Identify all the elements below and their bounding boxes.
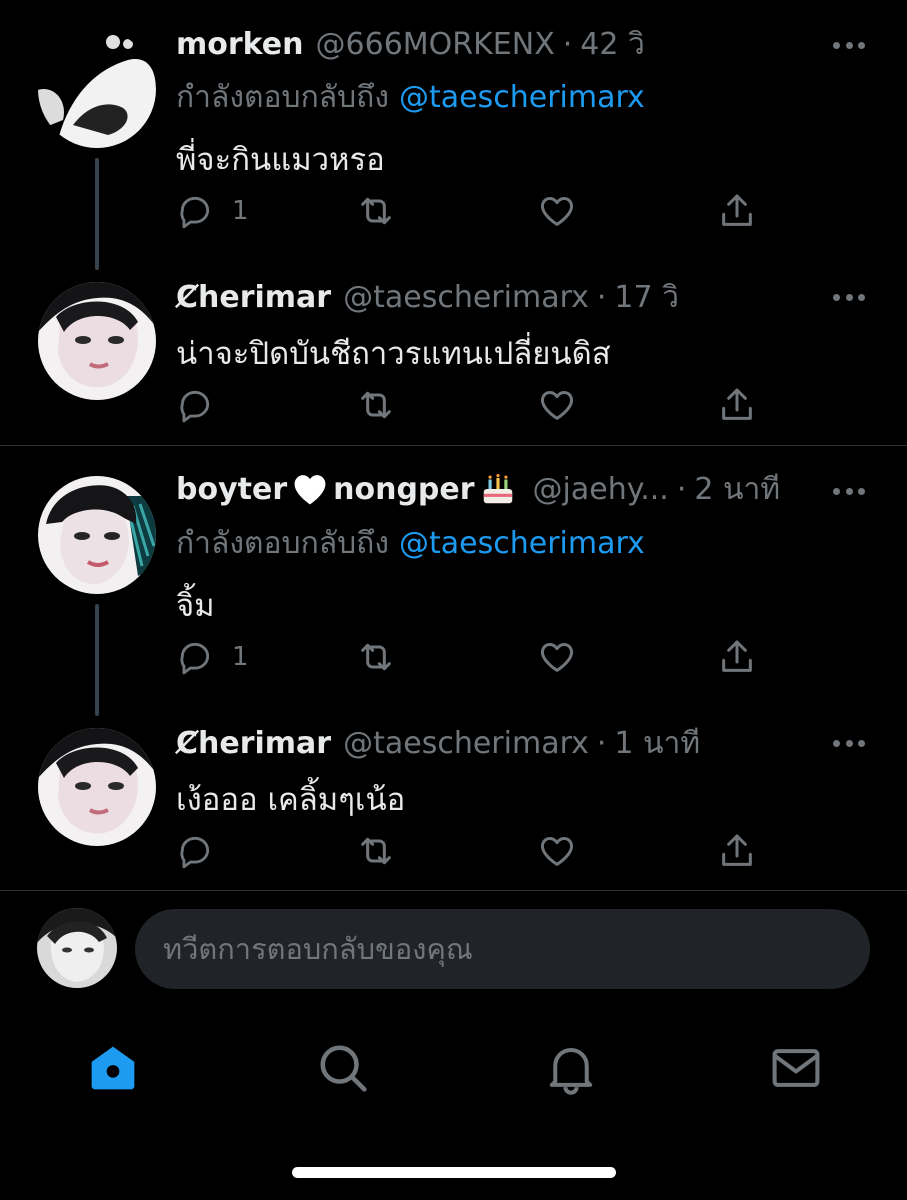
bell-icon: [549, 1048, 593, 1095]
tweet-header: Ȼherimar @taescherimarx · 1 นาที: [176, 721, 797, 765]
like-button[interactable]: [537, 189, 577, 233]
heart-icon: [540, 837, 574, 866]
separator-dot: ·: [596, 279, 607, 315]
display-name-part[interactable]: boyter: [176, 472, 287, 507]
more-options-icon[interactable]: [833, 292, 865, 302]
like-button[interactable]: [537, 383, 577, 427]
white-heart-icon: [291, 472, 329, 506]
tweet-header: Ȼherimar @taescherimarx · 17 วิ: [176, 275, 797, 319]
divider: [0, 890, 907, 891]
user-handle[interactable]: @taescherimarx: [343, 280, 589, 315]
share-icon: [722, 194, 752, 226]
nav-notifications[interactable]: [543, 1040, 599, 1096]
thread-line: [95, 604, 99, 716]
tweet-actions: [176, 383, 776, 427]
heart-icon: [540, 643, 574, 672]
tweet-header: morken @666MORKENX · 42 วิ: [176, 22, 797, 66]
current-user-avatar[interactable]: [37, 908, 117, 988]
search-icon: [320, 1045, 367, 1092]
home-indicator[interactable]: [292, 1167, 616, 1178]
retweet-icon: [361, 391, 391, 419]
retweet-button[interactable]: [356, 189, 396, 233]
avatar[interactable]: [38, 728, 156, 846]
separator-dot: ·: [562, 26, 573, 62]
tweet-actions: [176, 829, 776, 873]
timestamp[interactable]: 17 วิ: [614, 274, 679, 321]
timestamp[interactable]: 42 วิ: [580, 21, 645, 68]
share-button[interactable]: [717, 829, 757, 873]
retweet-icon: [361, 643, 391, 671]
tweet-actions: 1: [176, 635, 776, 679]
replying-to: กำลังตอบกลับถึง @taescherimarx: [176, 74, 645, 121]
tweet-text: พี่จะกินแมวหรอ: [176, 142, 385, 178]
tweet[interactable]: Ȼherimar @taescherimarx · 1 นาที เง้อออ …: [0, 718, 907, 890]
heart-icon: [540, 197, 574, 226]
replying-to-label: กำลังตอบกลับถึง: [176, 526, 389, 561]
tweet[interactable]: Ȼherimar @taescherimarx · 17 วิ น่าจะปิด…: [0, 272, 907, 444]
like-button[interactable]: [537, 635, 577, 679]
heart-icon: [540, 391, 574, 420]
tweet-text: น่าจะปิดบันชีถาวรแทนเปลี่ยนดิส: [176, 336, 611, 372]
share-icon: [722, 640, 752, 672]
tweet-actions: 1: [176, 189, 776, 233]
retweet-button[interactable]: [356, 635, 396, 679]
birthday-cake-icon: [479, 470, 517, 508]
retweet-icon: [361, 197, 391, 225]
share-icon: [722, 388, 752, 420]
user-handle[interactable]: @666MORKENX: [316, 27, 555, 62]
tweet[interactable]: morken @666MORKENX · 42 วิ กำลังตอบกลับถ…: [0, 0, 907, 272]
nav-home[interactable]: [85, 1040, 141, 1096]
avatar[interactable]: [38, 30, 156, 148]
reply-button[interactable]: [176, 829, 214, 873]
separator-dot: ·: [596, 725, 607, 761]
tweet-text: เง้อออ เคลิ้มๆเน้อ: [176, 782, 406, 818]
user-handle[interactable]: @jaehy...: [533, 472, 669, 507]
display-name[interactable]: Ȼherimar: [176, 280, 331, 315]
reply-button[interactable]: 1: [176, 635, 249, 679]
user-handle[interactable]: @taescherimarx: [343, 726, 589, 761]
reply-button[interactable]: 1: [176, 189, 249, 233]
mention-link[interactable]: @taescherimarx: [399, 526, 645, 561]
mention-link[interactable]: @taescherimarx: [399, 80, 645, 115]
thread-line: [95, 158, 99, 270]
replying-to-label: กำลังตอบกลับถึง: [176, 80, 389, 115]
share-button[interactable]: [717, 383, 757, 427]
reply-icon: [180, 196, 210, 229]
reply-icon: [180, 836, 210, 869]
reply-button[interactable]: [176, 383, 214, 427]
more-options-icon[interactable]: [833, 40, 865, 50]
mail-icon: [772, 1049, 820, 1087]
retweet-icon: [361, 837, 391, 865]
more-options-icon[interactable]: [833, 486, 865, 496]
more-options-icon[interactable]: [833, 738, 865, 748]
reply-icon: [180, 642, 210, 675]
display-name-part[interactable]: nongper: [333, 472, 474, 507]
avatar[interactable]: [38, 282, 156, 400]
display-name[interactable]: morken: [176, 27, 304, 62]
share-button[interactable]: [717, 189, 757, 233]
timestamp[interactable]: 1 นาที: [614, 720, 700, 767]
tweet[interactable]: boyter nongper @jaehy... · 2 นาที กำลังต…: [0, 446, 907, 718]
reply-count: 1: [232, 196, 249, 226]
like-button[interactable]: [537, 829, 577, 873]
avatar[interactable]: [38, 476, 156, 594]
replying-to: กำลังตอบกลับถึง @taescherimarx: [176, 520, 645, 567]
display-name[interactable]: Ȼherimar: [176, 726, 331, 761]
reply-count: 1: [232, 642, 249, 672]
retweet-button[interactable]: [356, 829, 396, 873]
separator-dot: ·: [676, 471, 687, 507]
retweet-button[interactable]: [356, 383, 396, 427]
share-icon: [722, 834, 752, 866]
tweet-text: จิ้ม: [176, 588, 215, 624]
tweet-header: boyter nongper @jaehy... · 2 นาที: [176, 467, 797, 511]
nav-search[interactable]: [315, 1040, 371, 1096]
home-icon: [91, 1046, 135, 1090]
timestamp[interactable]: 2 นาที: [694, 466, 780, 513]
reply-input[interactable]: [135, 909, 870, 989]
reply-icon: [180, 390, 210, 423]
share-button[interactable]: [717, 635, 757, 679]
nav-messages[interactable]: [768, 1040, 824, 1096]
